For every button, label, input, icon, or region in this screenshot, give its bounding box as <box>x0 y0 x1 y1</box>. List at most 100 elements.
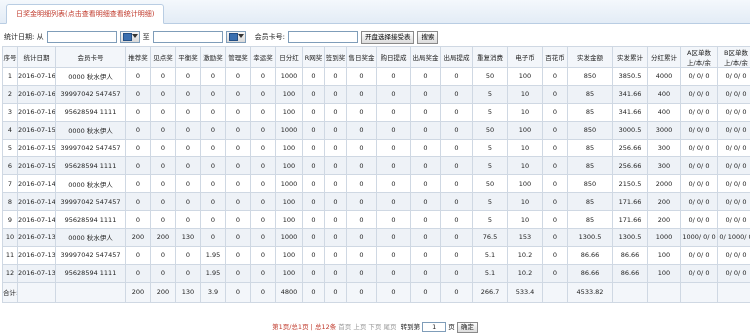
table-cell: 0 <box>175 67 201 86</box>
table-cell: 5.1 <box>472 245 508 265</box>
column-header: 实发金额 <box>567 46 613 68</box>
table-cell: 5 <box>472 84 508 104</box>
table-row: 1 2016-07-16 0000 秋水伊人 0 0 0 0 0 0 1000 0 0 0 0 0 0 50 10… <box>2 67 750 86</box>
table-cell: 1.95 <box>200 263 226 283</box>
calendar-icon[interactable] <box>225 31 246 43</box>
table-cell: 0 <box>150 156 176 176</box>
table-cell: 95628594 1111 <box>55 156 126 176</box>
table-cell: 0 <box>410 174 441 194</box>
table-cell: 0 <box>225 156 251 176</box>
search-button[interactable]: 搜索 <box>417 30 439 44</box>
table-row: 11 2016-07-13 39997042 547457 0 0 0 1.95 0 0 100 0… <box>2 245 750 265</box>
table-cell: 0 <box>302 84 325 104</box>
table-cell: 0 <box>125 156 151 176</box>
table-cell: 0 <box>376 245 411 265</box>
table-cell: 0 <box>542 263 568 283</box>
select-all-button[interactable]: 开盘选择接受表 <box>360 30 415 44</box>
table-cell: 0 <box>200 84 226 104</box>
table-cell: 0 <box>346 210 377 230</box>
table-cell: 95628594 1111 <box>55 210 126 230</box>
table-cell: 100 <box>275 210 303 230</box>
column-header: 签到奖 <box>324 46 347 68</box>
table-cell: 0 <box>250 174 276 194</box>
table-cell: 9 <box>2 210 18 230</box>
table-cell: 10 <box>507 210 543 230</box>
table-cell: 0 <box>200 210 226 230</box>
table-cell: 256.66 <box>612 138 648 158</box>
table-row: 9 2016-07-14 95628594 1111 0 0 0 0 0 0 100 0 0 0 0 0 0 5… <box>2 210 750 230</box>
table-cell: 0 <box>225 84 251 104</box>
table-cell: 11 <box>2 245 18 265</box>
table-cell: 0 <box>324 138 347 158</box>
table-cell: 0 <box>440 120 473 140</box>
card-number-input[interactable] <box>287 31 358 43</box>
column-header: 百花币 <box>542 46 568 68</box>
table-cell: 0 <box>175 210 201 230</box>
table-cell: 0 <box>250 84 276 104</box>
table-cell: 0 <box>302 138 325 158</box>
table-cell: 0/ 0/ 0 <box>717 174 750 194</box>
table-cell: 10 <box>507 84 543 104</box>
table-cell: 50 <box>472 67 508 86</box>
table-cell: 0/ 0/ 0 <box>680 156 718 176</box>
column-header: 实发累计 <box>612 46 648 68</box>
totals-cell <box>647 281 681 303</box>
table-cell: 2016-07-16 <box>17 102 56 122</box>
table-cell: 0 <box>225 210 251 230</box>
table-cell: 0 <box>440 245 473 265</box>
table-cell: 2150.5 <box>612 174 648 194</box>
table-cell: 0 <box>150 102 176 122</box>
table-cell: 0 <box>150 67 176 86</box>
table-cell: 0 <box>542 228 568 247</box>
table-cell: 76.5 <box>472 228 508 247</box>
table-cell: 0 <box>440 67 473 86</box>
pager-links[interactable]: 首页 上页 下页 尾页 <box>338 323 396 331</box>
table-cell: 0 <box>302 120 325 140</box>
table-cell: 0 <box>250 210 276 230</box>
table-cell: 0000 秋水伊人 <box>55 120 126 140</box>
table-cell: 0 <box>346 67 377 86</box>
page-input[interactable]: 1 <box>422 322 447 332</box>
table-cell: 0 <box>302 192 325 212</box>
totals-cell: 0 <box>376 281 411 303</box>
calendar-icon[interactable] <box>119 31 140 43</box>
table-cell: 0000 秋水伊人 <box>55 67 126 86</box>
totals-cell: 4800 <box>275 281 303 303</box>
table-cell: 3000 <box>647 120 681 140</box>
table-cell: 0000 秋水伊人 <box>55 228 126 247</box>
confirm-button[interactable]: 确定 <box>456 321 478 333</box>
table-cell: 3000.5 <box>612 120 648 140</box>
table-cell: 256.66 <box>612 156 648 176</box>
table-cell: 0 <box>324 120 347 140</box>
table-cell: 0 <box>302 263 325 283</box>
table-cell: 1000 <box>275 228 303 247</box>
table-cell: 1 <box>2 67 18 86</box>
table-cell: 85 <box>567 192 613 212</box>
table-cell: 2016-07-13 <box>17 245 56 265</box>
date-from-input[interactable] <box>46 31 117 43</box>
date-to-input[interactable] <box>152 31 223 43</box>
table-cell: 0 <box>302 67 325 86</box>
table-row: 7 2016-07-14 0000 秋水伊人 0 0 0 0 0 0 1000 0 0 0 0 0 0 50 10… <box>2 174 750 194</box>
table-cell: 10 <box>507 138 543 158</box>
table-cell: 0 <box>225 120 251 140</box>
table-cell: 5.1 <box>472 263 508 283</box>
tab-daily-bonus-list[interactable]: 日奖金明细列表(点击查看明细查看统计明细) <box>6 4 165 24</box>
table-cell: 100 <box>507 174 543 194</box>
table-cell: 0 <box>302 245 325 265</box>
table-cell: 0 <box>250 192 276 212</box>
table-cell: 0 <box>302 156 325 176</box>
table-cell: 171.66 <box>612 192 648 212</box>
totals-cell <box>680 281 718 303</box>
column-header: A区单数 上/本/余 <box>680 46 718 68</box>
column-header: 出局奖金 <box>410 46 441 68</box>
table-cell: 0/ 0/ 0 <box>717 156 750 176</box>
table-cell: 400 <box>647 84 681 104</box>
table-cell: 86.66 <box>612 245 648 265</box>
column-header: 平衡奖 <box>175 46 201 68</box>
totals-cell: 0 <box>324 281 347 303</box>
table-cell: 0 <box>250 263 276 283</box>
table-cell: 0 <box>150 174 176 194</box>
table-cell: 0 <box>542 102 568 122</box>
totals-cell: 200 <box>125 281 151 303</box>
